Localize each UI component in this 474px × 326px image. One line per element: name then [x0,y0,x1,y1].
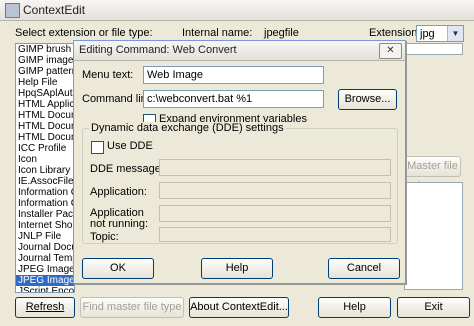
internal-name-value: jpegfile [264,27,299,39]
list-item[interactable]: Help File [16,77,74,88]
list-item[interactable]: ICC Profile [16,143,74,154]
list-item[interactable]: GIMP image [16,55,74,66]
dialog-titlebar[interactable]: Editing Command: Web Convert ✕ [74,41,405,61]
list-item[interactable]: HTML Docume [16,110,74,121]
app-not-running-field[interactable] [159,205,391,222]
topic-label: Topic: [90,231,119,243]
refresh-label: Refresh [25,301,65,313]
use-dde-checkbox[interactable] [91,141,104,154]
list-item[interactable]: Icon [16,154,74,165]
about-button[interactable]: About ContextEdit... [189,297,289,318]
list-item[interactable]: HTML Docume [16,132,74,143]
ok-button[interactable]: OK [82,258,154,279]
dialog-help-button[interactable]: Help [201,258,273,279]
list-item[interactable]: JPEG Image [16,275,74,286]
refresh-button[interactable]: Refresh [15,297,75,318]
command-line-field[interactable]: c:\webconvert.bat %1 [143,90,324,108]
extensions-value: jpg [420,28,435,40]
application-label: Application: [90,186,147,198]
dialog-title: Editing Command: Web Convert [79,44,237,56]
topic-field[interactable] [159,227,391,242]
file-type-list[interactable]: GIMP brush pipGIMP imageGIMP patternHelp… [15,43,75,293]
menu-text-field[interactable]: Web Image [143,66,324,84]
master-file-type-button[interactable]: Master file type... [404,156,461,191]
extensions-select[interactable]: jpg ▼ [416,25,464,42]
browse-button[interactable]: Browse... [338,89,397,110]
use-dde-label: Use DDE [107,140,153,152]
app-icon [5,3,20,18]
dde-message-field[interactable] [159,159,391,176]
list-item[interactable]: JPEG Image [16,264,74,275]
exit-button[interactable]: Exit [397,297,470,318]
dde-message-label: DDE message: [90,163,164,175]
list-item[interactable]: GIMP brush pip [16,44,74,55]
list-item[interactable]: JNLP File [16,231,74,242]
cancel-button[interactable]: Cancel [328,258,400,279]
main-titlebar[interactable]: ContextEdit [0,0,474,21]
list-item[interactable]: Installer Packa [16,209,74,220]
dde-group: Dynamic data exchange (DDE) settings Use… [82,122,398,244]
edit-command-dialog: Editing Command: Web Convert ✕ Menu text… [73,40,406,284]
command-line-value: c:\webconvert.bat %1 [147,93,253,105]
right-panel-bottom [404,182,463,290]
exit-label: Exit [424,301,443,313]
list-item[interactable]: HTML Applicat [16,99,74,110]
main-title: ContextEdit [23,3,86,17]
chevron-down-icon[interactable]: ▼ [447,26,463,41]
find-master-button[interactable]: Find master file type [80,297,184,318]
internal-name-label: Internal name: [182,27,253,39]
about-label: About ContextEdit... [190,301,288,313]
dde-group-label: Dynamic data exchange (DDE) settings [89,122,286,134]
menu-text-value: Web Image [147,69,204,81]
app-not-running-label: Application not running: [90,207,149,230]
menu-text-label: Menu text: [82,69,134,81]
select-extension-label: Select extension or file type: [15,27,153,39]
list-item[interactable]: Journal Templa [16,253,74,264]
list-item[interactable]: Journal Docum [16,242,74,253]
close-icon[interactable]: ✕ [379,43,402,59]
list-item[interactable]: GIMP pattern [16,66,74,77]
list-item[interactable]: Icon Library [16,165,74,176]
list-item[interactable]: HTML Docume [16,121,74,132]
list-item[interactable]: IE.AssocFile.UR [16,176,74,187]
find-master-label: Find master file type [82,301,182,313]
application-field[interactable] [159,182,391,199]
help-label: Help [343,301,366,313]
help-button[interactable]: Help [318,297,391,318]
right-panel-top [404,43,463,55]
list-item[interactable]: JScript Encode [16,286,74,292]
list-item[interactable]: HpqSAplAuto [16,88,74,99]
list-item[interactable]: Information Car [16,187,74,198]
list-item[interactable]: Internet Shorto [16,220,74,231]
list-item[interactable]: Information Car [16,198,74,209]
